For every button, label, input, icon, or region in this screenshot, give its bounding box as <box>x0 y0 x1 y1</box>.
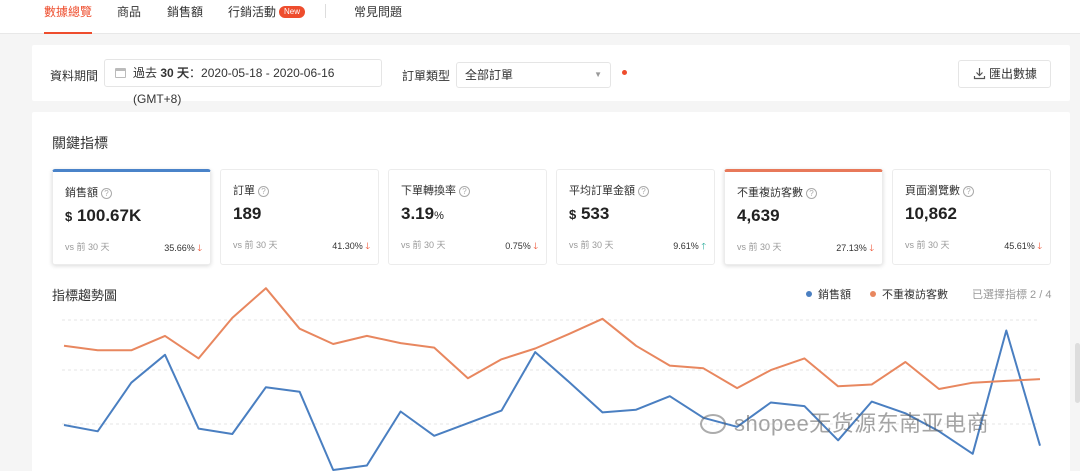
watermark-text: shopee无货源东南亚电商 <box>734 411 990 436</box>
series-line-visitors <box>63 287 1041 390</box>
watermark: shopee无货源东南亚电商 <box>700 406 989 438</box>
trend-chart <box>62 287 1041 471</box>
series-line-sales <box>63 329 1041 471</box>
wechat-icon <box>700 414 726 434</box>
scrollbar[interactable] <box>1075 343 1080 403</box>
